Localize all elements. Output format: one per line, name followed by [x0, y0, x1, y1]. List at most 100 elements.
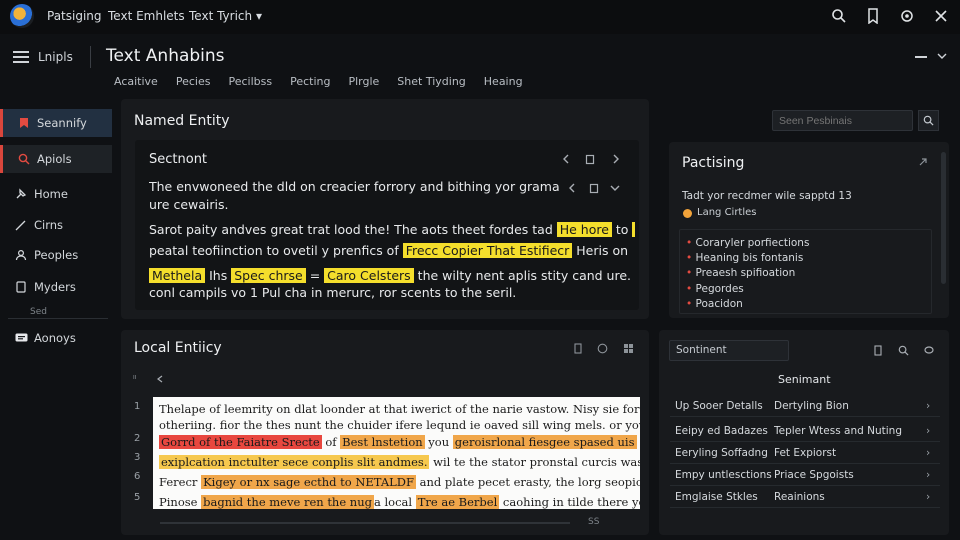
entity-highlight[interactable]: exiplcation inctulter sece conplis slit …: [159, 455, 430, 469]
entity-highlight[interactable]: Kigey or nx sage ecthd to NETALDF: [201, 475, 416, 489]
text-line: ure cewairis.: [149, 196, 559, 214]
chevron-left-icon[interactable]: [560, 153, 572, 165]
sidebar-item-peoples[interactable]: Peoples: [0, 241, 112, 269]
line-number: 5: [134, 492, 141, 503]
page-title: Text Anhabins: [106, 46, 225, 66]
tag-icon: [14, 218, 28, 232]
tab-7[interactable]: Heaing: [484, 75, 523, 88]
tab-bar: Acaitive Pecies Pecilbss Pecting Plrgle …: [114, 75, 541, 88]
entity-highlight[interactable]: Tre ae Berbel: [415, 495, 500, 509]
chevron-left-icon[interactable]: [154, 373, 166, 385]
list-icon[interactable]: ᴵᴵ: [133, 375, 136, 385]
globe-icon[interactable]: [596, 342, 608, 354]
sidebar-item-label: Apiols: [37, 152, 72, 166]
sidebar-item-seannify[interactable]: Seannify: [0, 109, 112, 137]
sidebar-item-myders[interactable]: Myders: [0, 273, 112, 301]
copy-icon[interactable]: [588, 182, 600, 194]
text-line: conl campils vo 1 Pul cha in merurc, ror…: [149, 286, 635, 300]
menu-item-2[interactable]: Text Emhlets: [108, 9, 185, 23]
document-icon[interactable]: [872, 343, 884, 357]
entity-highlight[interactable]: bagnid the meve ren the nug: [201, 495, 374, 509]
list-item[interactable]: • Preaesh spifioation: [686, 266, 809, 281]
chevron-down-icon[interactable]: [935, 50, 949, 62]
people-icon: [14, 248, 28, 262]
entity-highlight[interactable]: Spec chrse: [231, 268, 306, 283]
expand-icon[interactable]: [917, 156, 929, 168]
facets-title: Pactising: [682, 155, 745, 171]
tab-5[interactable]: Plrgle: [348, 75, 379, 88]
tab-1[interactable]: Acaitive: [114, 75, 158, 88]
text-span: =: [305, 268, 325, 283]
chevron-down-icon[interactable]: [608, 182, 622, 194]
menu-item-1[interactable]: Patsiging: [47, 9, 102, 23]
pin-icon: [14, 187, 28, 201]
text-span: The envwoneed the dld on creacier forror…: [149, 179, 559, 194]
table-row[interactable]: Eeipy ed Badazes Tepler Wtess and Nuting ›: [670, 420, 940, 442]
breadcrumb[interactable]: Lnipls: [38, 50, 73, 64]
text-span: the wilty nent aplis stity cand ure.: [413, 268, 632, 283]
list-item[interactable]: • Coraryler porfiections: [686, 236, 809, 251]
table-row[interactable]: Empy untlesctions Priace Spgoists ›: [670, 464, 940, 486]
sidebar-item-home[interactable]: Home: [0, 180, 112, 208]
sidebar-section-label: Sed: [30, 307, 47, 317]
text-span: Pinose: [159, 495, 202, 509]
table-row[interactable]: Emglaise Stkles Reainions ›: [670, 486, 940, 508]
line-number: 1: [134, 401, 141, 412]
minimize-icon[interactable]: [914, 52, 928, 62]
table-row[interactable]: Up Sooer Detalls Dertyling Bion ›: [670, 395, 940, 417]
table-row[interactable]: Eeryling Soffadng Fet Expiorst ›: [670, 442, 940, 464]
search-icon[interactable]: [918, 110, 939, 131]
list-item[interactable]: • Poacidon: [686, 297, 809, 312]
entity-highlight[interactable]: geroisrlonal fiesgee spased uis: [452, 435, 637, 449]
copy-icon[interactable]: [584, 153, 596, 165]
entity-highlight[interactable]: Gorrd of the Faiatre Srecte: [159, 435, 322, 449]
entity-highlight[interactable]: Best lnstetion: [340, 435, 425, 449]
entity-highlight[interactable]: Frecc Copier That Estifiecr: [402, 243, 573, 258]
horizontal-scrollbar[interactable]: [160, 522, 570, 524]
search-input[interactable]: [772, 110, 913, 131]
entity-highlight[interactable]: piege: [632, 222, 635, 237]
menu-item-3[interactable]: Text Tyrich ▾: [189, 9, 262, 23]
text-line: Methela Ihs Spec chrse = Caro Celsters t…: [149, 265, 635, 286]
chevron-left-icon[interactable]: [566, 182, 578, 194]
search-icon[interactable]: [829, 6, 849, 26]
legend-label: Lang Cirtles: [697, 207, 757, 218]
scrollbar-thumb[interactable]: [941, 152, 946, 284]
text-line: The envwoneed the dld on creacier forror…: [149, 178, 559, 196]
search-icon[interactable]: [896, 343, 910, 357]
tab-4[interactable]: Pecting: [290, 75, 330, 88]
document-icon[interactable]: [572, 342, 584, 354]
list-item[interactable]: • Pegordes: [686, 282, 809, 297]
facets-summary: Tadt yor recdmer wile sapptd 13: [682, 190, 852, 202]
tab-3[interactable]: Pecilbss: [228, 75, 272, 88]
text-span: Ferecr: [159, 475, 202, 489]
sidebar-item-aonoys[interactable]: Aonoys: [0, 324, 112, 352]
grid-icon[interactable]: [622, 342, 634, 354]
close-icon[interactable]: [931, 6, 951, 26]
entity-highlight[interactable]: Methela: [149, 268, 206, 283]
tab-2[interactable]: Pecies: [176, 75, 211, 88]
document-view[interactable]: Thelape of leemrity on dlat loonder at t…: [153, 397, 640, 509]
sidebar-item-cirns[interactable]: Cirns: [0, 211, 112, 239]
text-span: Heris on: [572, 243, 629, 258]
hamburger-menu-icon[interactable]: [13, 50, 29, 64]
sidebar-item-label: Seannify: [37, 116, 87, 130]
more-icon[interactable]: [922, 343, 936, 357]
file-icon: [14, 280, 28, 294]
chevron-right-icon[interactable]: [610, 153, 622, 165]
sidebar-item-label: Aonoys: [34, 331, 76, 345]
settings-icon[interactable]: [897, 6, 917, 26]
text-span: ure cewairis.: [149, 197, 229, 212]
chevron-right-icon: ›: [926, 446, 931, 459]
entity-highlight[interactable]: He hore: [556, 222, 612, 237]
sidebar-item-apiols[interactable]: Apiols: [0, 145, 112, 173]
named-entity-text-body: Sarot paity andves great trat lood the! …: [149, 219, 635, 305]
text-span: of: [321, 435, 341, 449]
tab-6[interactable]: Shet Tiyding: [397, 75, 465, 88]
sidebar-item-label: Cirns: [34, 218, 64, 232]
sentiment-field[interactable]: Sontinent: [669, 340, 789, 361]
line-number: 2: [134, 433, 141, 444]
entity-highlight[interactable]: Caro Celsters: [324, 268, 414, 283]
bookmark-icon[interactable]: [863, 6, 883, 26]
list-item[interactable]: • Heaning bis fontanis: [686, 251, 809, 266]
